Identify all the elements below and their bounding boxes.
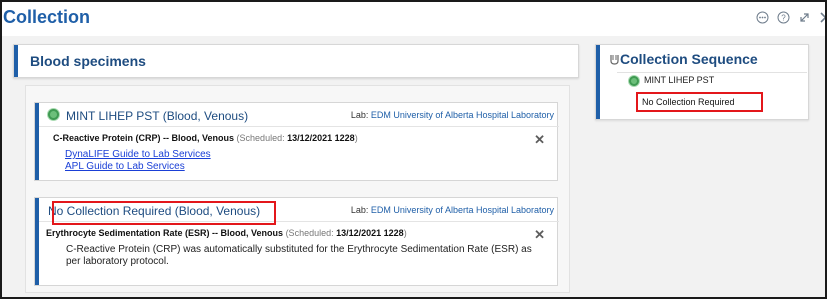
sequence-icon xyxy=(610,54,619,68)
scheduled-time: 13/12/2021 1228 xyxy=(336,228,404,238)
lab-name: EDM University of Alberta Hospital Labor… xyxy=(370,110,554,120)
specimen-card-mint-lihep: MINT LIHEP PST (Blood, Venous) Lab: EDM … xyxy=(34,102,559,181)
specimen-title[interactable]: MINT LIHEP PST (Blood, Venous) xyxy=(66,109,248,123)
remove-order-icon[interactable]: ✕ xyxy=(534,132,545,148)
status-green-icon xyxy=(629,76,639,86)
order-name: Erythrocyte Sedimentation Rate (ESR) -- … xyxy=(46,228,284,238)
status-green-icon xyxy=(48,109,59,120)
close-icon[interactable] xyxy=(819,11,825,25)
blood-specimens-header: Blood specimens xyxy=(13,44,579,78)
dynalife-guide-link[interactable]: DynaLIFE Guide to Lab Services xyxy=(65,149,211,160)
collection-window: Collection ? Blood specimens MINT LIHEP … xyxy=(0,0,827,299)
substitution-note: C-Reactive Protein (CRP) was automatical… xyxy=(66,244,532,267)
order-line: C-Reactive Protein (CRP) -- Blood, Venou… xyxy=(53,133,358,143)
sequence-status: No Collection Required xyxy=(642,97,735,107)
order-name: C-Reactive Protein (CRP) -- Blood, Venou… xyxy=(53,133,235,143)
specimen-card-no-collection: No Collection Required (Blood, Venous) L… xyxy=(34,197,559,286)
specimen-list: MINT LIHEP PST (Blood, Venous) Lab: EDM … xyxy=(25,85,570,293)
specimen-card-header: MINT LIHEP PST (Blood, Venous) Lab: EDM … xyxy=(39,103,559,127)
collection-sequence-panel: Collection Sequence MINT LIHEP PST No Co… xyxy=(595,44,809,120)
remove-order-icon[interactable]: ✕ xyxy=(534,227,545,243)
window-controls: ? xyxy=(756,11,825,25)
order-line: Erythrocyte Sedimentation Rate (ESR) -- … xyxy=(46,228,407,238)
more-options-icon[interactable] xyxy=(756,11,770,25)
sequence-item[interactable]: MINT LIHEP PST xyxy=(644,75,714,85)
expand-icon[interactable] xyxy=(798,11,812,25)
svg-text:?: ? xyxy=(781,13,786,22)
lab-name: EDM University of Alberta Hospital Labor… xyxy=(370,205,554,215)
help-icon[interactable]: ? xyxy=(777,11,791,25)
highlight-box xyxy=(52,201,276,225)
scheduled-time: 13/12/2021 1228 xyxy=(287,133,355,143)
sequence-title: Collection Sequence xyxy=(620,51,758,67)
title-bar: Collection ? xyxy=(2,2,825,36)
lab-info: Lab: EDM University of Alberta Hospital … xyxy=(350,205,554,215)
section-title: Blood specimens xyxy=(30,53,146,69)
lab-info: Lab: EDM University of Alberta Hospital … xyxy=(350,110,554,120)
apl-guide-link[interactable]: APL Guide to Lab Services xyxy=(65,161,185,172)
page-title: Collection xyxy=(3,7,91,27)
